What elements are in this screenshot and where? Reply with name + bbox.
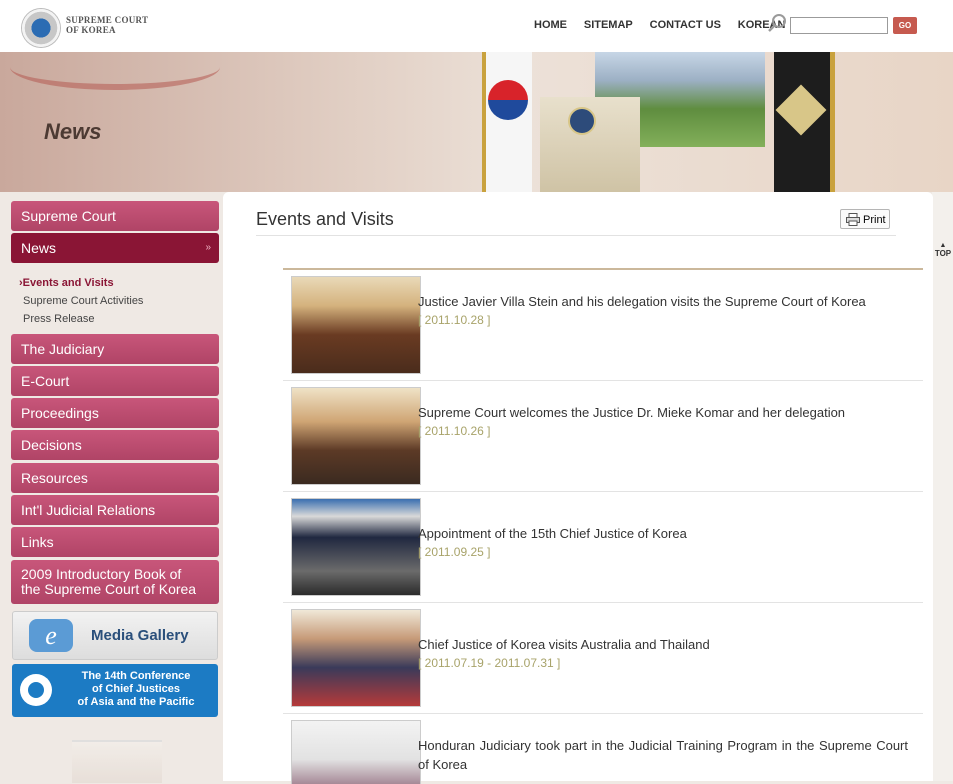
conference-line2: of Chief Justices (91, 683, 181, 695)
sidebar-subnav: ›Events and Visits Supreme Court Activit… (11, 266, 219, 334)
print-label: Print (863, 214, 886, 226)
sidebar-item-resources[interactable]: Resources (11, 462, 219, 493)
news-date: [ 2011.10.28 ] (418, 313, 491, 327)
list-item[interactable]: Supreme Court welcomes the Justice Dr. M… (283, 381, 923, 492)
conference-line1: The 14th Conference (81, 670, 191, 682)
search-icon (768, 14, 786, 32)
news-title-link[interactable]: Chief Justice of Korea visits Australia … (418, 635, 908, 673)
sidebar-item-decisions[interactable]: Decisions (11, 430, 219, 461)
sidebar-item-e-court[interactable]: E-Court (11, 365, 219, 396)
sidebar-item-proceedings[interactable]: Proceedings (11, 398, 219, 429)
news-thumbnail[interactable] (291, 720, 421, 784)
news-thumbnail[interactable] (291, 609, 421, 707)
conference-line3: of Asia and the Pacific (77, 696, 195, 708)
news-title: Supreme Court welcomes the Justice Dr. M… (418, 405, 846, 420)
news-title-link[interactable]: Appointment of the 15th Chief Justice of… (418, 524, 908, 562)
list-item[interactable]: Appointment of the 15th Chief Justice of… (283, 492, 923, 603)
korean-flag-image (482, 52, 532, 192)
news-title-link[interactable]: Supreme Court welcomes the Justice Dr. M… (418, 403, 908, 441)
sidebar-item-introductory-book[interactable]: 2009 Introductory Book of the Supreme Co… (11, 559, 219, 604)
banner-title: News (44, 119, 102, 144)
sidebar-item-judiciary[interactable]: The Judiciary (11, 333, 219, 364)
building-illustration (72, 740, 162, 783)
news-title: Appointment of the 15th Chief Justice of… (418, 526, 687, 541)
news-date: [ 2011.09.25 ] (418, 545, 491, 559)
banner-ornament (10, 52, 220, 90)
court-logo-icon[interactable] (22, 9, 60, 47)
logo-text[interactable]: SUPREME COURT OF KOREA (66, 15, 148, 35)
subnav-item-press-release[interactable]: Press Release (19, 310, 219, 328)
title-divider (256, 235, 896, 236)
court-flag-image (774, 52, 835, 192)
media-gallery-banner[interactable]: e Media Gallery (12, 611, 218, 660)
search-go-button[interactable]: GO (893, 17, 917, 34)
sidebar-item-news[interactable]: News » (11, 233, 219, 264)
news-date: [ 2011.07.19 - 2011.07.31 ] (418, 656, 561, 670)
media-gallery-icon: e (29, 619, 73, 652)
sidebar-nav: Supreme Court News » ›Events and Visits … (11, 201, 219, 606)
news-date: [ 2011.10.26 ] (418, 424, 491, 438)
printer-icon (846, 213, 860, 226)
search-input[interactable] (790, 17, 888, 34)
subnav-item-label: Events and Visits (22, 276, 114, 289)
page-title: Events and Visits (256, 209, 394, 229)
list-item[interactable]: Justice Javier Villa Stein and his deleg… (283, 270, 923, 381)
introductory-book-line1: 2009 Introductory Book of (21, 565, 182, 582)
list-item[interactable]: Honduran Judiciary took part in the Judi… (283, 714, 923, 784)
introductory-book-line2: the Supreme Court of Korea (21, 580, 197, 597)
news-thumbnail[interactable] (291, 276, 421, 374)
logo-text-line1: SUPREME COURT (66, 15, 149, 25)
top-label: TOP (934, 249, 952, 258)
subnav-item-events-and-visits[interactable]: ›Events and Visits (19, 274, 219, 292)
media-gallery-label: Media Gallery (91, 627, 189, 644)
conference-logo-icon (20, 674, 52, 706)
sidebar-item-intl-judicial-relations[interactable]: Int'l Judicial Relations (11, 495, 219, 526)
sidebar-item-supreme-court[interactable]: Supreme Court (11, 201, 219, 231)
podium-image (540, 97, 640, 192)
main-content: Events and Visits Print Justice Javier V… (223, 192, 933, 784)
print-button[interactable]: Print (840, 209, 890, 229)
sidebar-item-label: News (21, 240, 57, 257)
news-title: Chief Justice of Korea visits Australia … (418, 637, 710, 652)
right-rail (932, 192, 953, 781)
top-bar: SUPREME COURT OF KOREA HOME | SITEMAP | … (0, 0, 953, 130)
conference-label: The 14th Conference of Chief Justices of… (56, 670, 216, 709)
conference-banner[interactable]: The 14th Conference of Chief Justices of… (12, 664, 218, 717)
news-title-link[interactable]: Justice Javier Villa Stein and his deleg… (418, 292, 908, 330)
news-title-link[interactable]: Honduran Judiciary took part in the Judi… (418, 736, 908, 774)
subnav-item-supreme-court-activities[interactable]: Supreme Court Activities (19, 292, 219, 310)
logo-text-line2: OF KOREA (66, 25, 116, 35)
news-list: Justice Javier Villa Stein and his deleg… (283, 270, 923, 784)
chevron-down-icon: » (205, 242, 211, 254)
page-banner: News (0, 52, 953, 192)
news-title: Honduran Judiciary took part in the Judi… (418, 738, 908, 772)
news-title: Justice Javier Villa Stein and his deleg… (418, 294, 866, 309)
list-item[interactable]: Chief Justice of Korea visits Australia … (283, 603, 923, 714)
scroll-top-button[interactable]: ▲ TOP (934, 242, 952, 258)
news-thumbnail[interactable] (291, 387, 421, 485)
news-thumbnail[interactable] (291, 498, 421, 596)
sidebar-item-links[interactable]: Links (11, 527, 219, 558)
